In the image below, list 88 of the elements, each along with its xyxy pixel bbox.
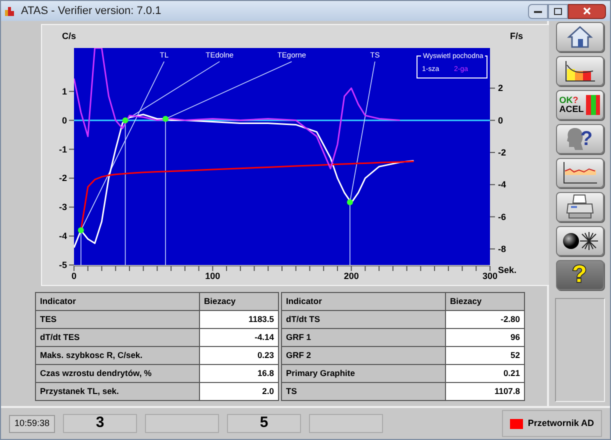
indicator-name-cell: TES [36,310,200,328]
indicator-name-cell: dT/dt TS [282,310,446,328]
y-tick: 0 [62,115,74,126]
question-mark: ? [580,129,593,149]
y-tick-label: -5 [58,260,67,270]
y2-tick: -6 [490,212,506,222]
indicator-name-cell: Maks. szybkosc R, C/sek. [36,346,200,364]
x-tick-label: 300 [482,271,498,281]
indicator-value-cell: -4.14 [200,328,278,346]
indicator-value-cell: 1183.5 [200,310,278,328]
y2-tick: -2 [490,147,506,158]
indicator-name-cell: GRF 2 [282,346,446,364]
indicator-name-cell: TS [282,382,446,400]
ball-burst-button[interactable] [556,226,604,256]
acel-label: ACEL [559,105,584,114]
column-header: Biezacy [200,292,278,310]
y-axis-title: C/s [62,31,76,41]
y2-tick-label: -6 [498,212,506,222]
y-tick-label: -4 [58,231,67,242]
indicator-name-cell: Primary Graphite [282,364,446,382]
x-tick-label: 100 [205,271,220,281]
column-header: Biezacy [446,292,524,310]
maximize-button[interactable] [548,4,568,18]
y-tick: -2 [58,173,74,184]
indicator-value-cell: 1107.8 [446,382,524,400]
y2-tick-label: 2 [498,83,504,94]
indicator-value-cell: 0.21 [446,364,524,382]
help-button[interactable]: ? [556,260,604,290]
curve-chart-icon [562,161,598,185]
y2-tick: 2 [490,83,504,94]
y-tick-label: -1 [58,144,67,154]
x-tick-label: 0 [72,271,76,281]
status-slot: 3 [63,414,137,433]
indicator-value-cell: 0.23 [200,346,278,364]
column-header: Indicator [282,292,446,310]
column-header: Indicator [36,292,200,310]
x-axis-title: Sek. [498,265,517,275]
ball-burst-icon [560,230,598,252]
maximize-icon [554,8,562,14]
y-tick: 1 [62,86,74,96]
histogram-button[interactable] [556,56,604,86]
curve-chart-button[interactable] [556,158,604,188]
y-tick: -1 [58,144,74,154]
close-button[interactable] [568,4,606,18]
y2-tick: -8 [490,244,506,254]
indicator-label: Przetwornik AD [528,416,594,430]
indicator-value-cell: -2.80 [446,310,524,328]
y2-axis-title: F/s [510,31,524,41]
indicator-name-cell: Przystanek TL, sek. [36,382,200,400]
indicator-value-cell: 52 [446,346,524,364]
y-tick-label: 0 [62,115,67,126]
printer-icon [564,194,594,220]
head-help-button[interactable]: ? [556,124,604,154]
indicator-name-cell: GRF 1 [282,328,446,346]
indicator-value-cell: 96 [446,328,524,346]
home-button[interactable] [556,22,604,52]
house-icon [566,25,592,49]
status-bars-icon [586,95,600,115]
window-title: ATAS - Verifier version: 7.0.1 [21,4,162,19]
minimize-icon [534,10,542,12]
ok-label: OK [559,96,573,105]
y2-tick-label: -8 [498,244,506,254]
y-tick-label: 1 [62,86,67,96]
printer-button[interactable] [556,192,604,222]
indicator-name-cell: dT/dt TES [36,328,200,346]
question-mark: ? [572,96,578,105]
clock-text: 10:59:38 [9,414,55,432]
indicator-value-cell: 16.8 [200,364,278,382]
minimize-button[interactable] [528,4,548,18]
ok-acel-button[interactable]: OK? ACEL [556,90,604,120]
y-tick: -5 [58,260,74,270]
histogram-icon [562,59,596,83]
y2-tick-label: -2 [498,147,506,158]
y-tick: -4 [58,231,74,242]
x-tick-label: 200 [344,271,359,281]
y2-tick-label: -4 [498,180,506,190]
y2-tick: -4 [490,180,506,190]
indicator-value-cell: 2.0 [200,382,278,400]
y2-tick: 0 [490,115,504,126]
question-mark: ? [572,263,587,287]
status-slot: 5 [227,414,301,433]
app-logo-icon [5,6,17,16]
y2-tick-label: 0 [498,115,504,126]
y-tick: -3 [58,202,74,212]
close-icon [583,7,591,15]
indicator-name-cell: Czas wzrostu dendrytów, % [36,364,200,382]
y-tick-label: -2 [58,173,67,184]
y-tick-label: -3 [58,202,67,212]
